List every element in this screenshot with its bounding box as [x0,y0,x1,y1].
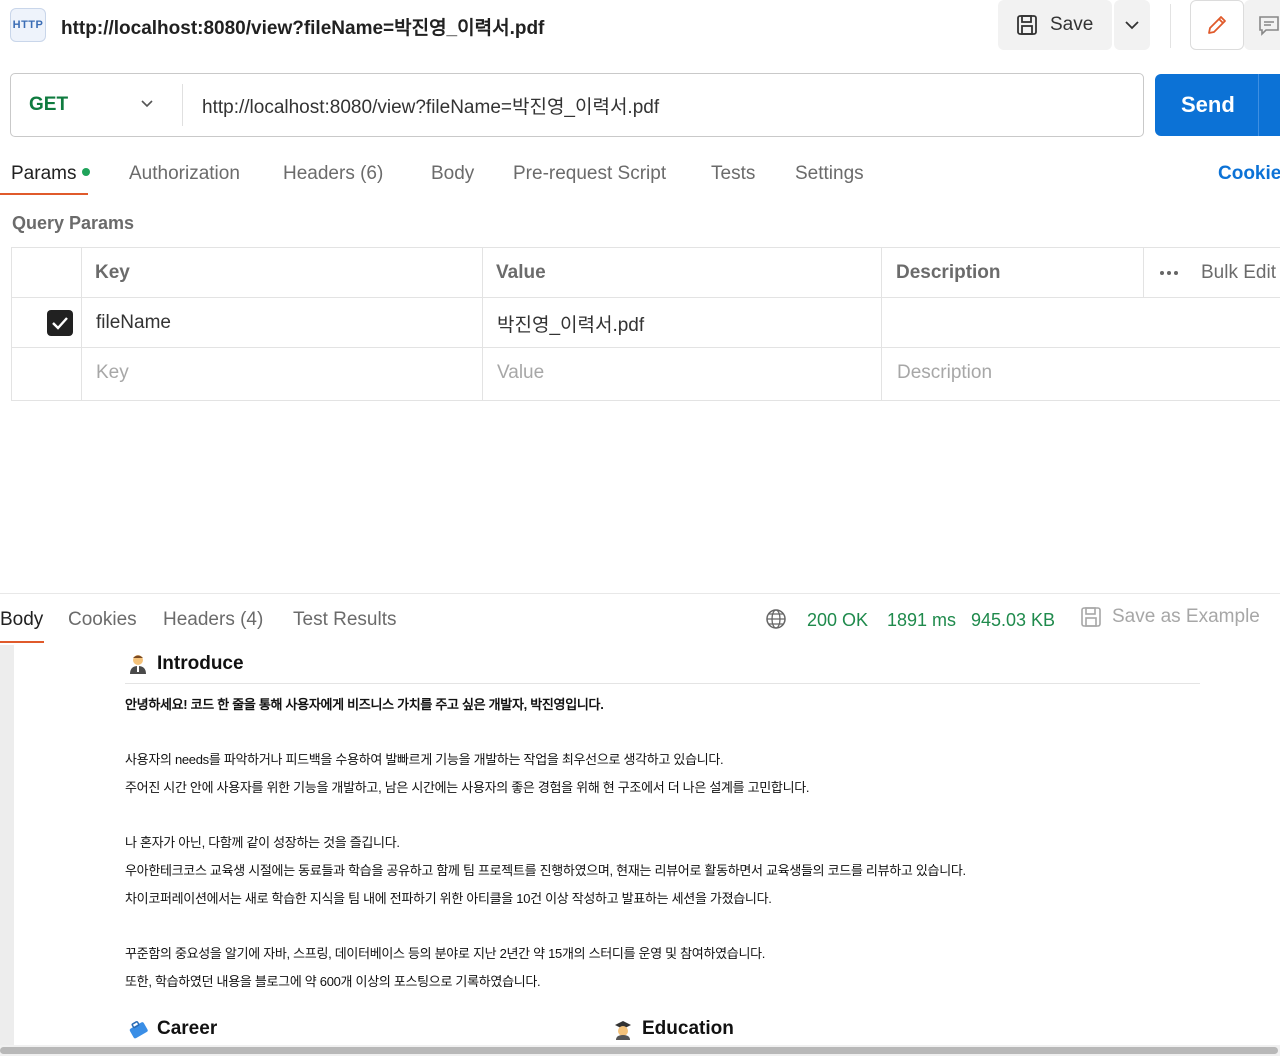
heading-rule [125,683,1200,684]
briefcase-emoji-icon [129,1021,148,1039]
scrollbar-thumb[interactable] [0,1047,1278,1054]
query-params-title: Query Params [12,213,135,233]
table-row: fileName 박진영_이력서.pdf [12,298,1280,348]
tab-settings[interactable]: Settings [795,163,864,185]
method-select[interactable]: GET [11,74,183,136]
chevron-down-icon [141,100,153,108]
checkmark-icon [52,317,68,330]
introduce-heading: Introduce [127,653,244,675]
intro-line: 우아한테크코스 교육생 시절에는 동료들과 학습을 공유하고 함께 팀 프로젝트… [125,863,966,878]
column-header-key: Key [95,262,130,283]
checkbox-checked [47,310,73,336]
save-as-example-label: Save as Example [1112,606,1260,627]
save-icon [1017,15,1037,35]
param-key-input[interactable]: fileName [96,298,171,348]
table-header-row: Key Value Description Bulk Edit [12,248,1280,298]
career-heading-text: Career [157,1018,218,1039]
intro-line: 사용자의 needs를 파악하거나 피드백을 수용하여 발빠르게 기능을 개발하… [125,752,724,767]
intro-line: 나 혼자가 아닌, 다함께 같이 성장하는 것을 즐깁니다. [125,835,400,850]
send-button[interactable]: Send [1155,74,1280,136]
param-enabled-checkbox[interactable] [47,298,73,348]
send-options-divider [1258,74,1259,136]
active-response-tab-indicator [0,641,44,643]
new-param-key-input[interactable]: Key [96,348,129,398]
table-row-new: Key Value Description [12,348,1280,398]
intro-line: 차이코퍼레이션에서는 새로 학습한 지식을 팀 내에 전파하기 위한 아티클을 … [125,891,772,906]
request-tabs: Params Authorization Headers (6) Body Pr… [0,155,1280,195]
response-size[interactable]: 945.03 KB [971,610,1055,631]
tab-body[interactable]: Body [431,163,474,185]
url-input[interactable]: http://localhost:8080/view?fileName=박진영_… [202,92,659,119]
tab-params-label: Params [11,163,77,184]
tab-headers[interactable]: Headers (6) [283,163,383,185]
param-description-input[interactable] [896,298,1280,348]
response-preview[interactable]: Introduce 안녕하세요! 코드 한 줄을 통해 사용자에게 비즈니스 가… [0,645,1280,1045]
tab-authorization[interactable]: Authorization [129,163,240,185]
save-options-button[interactable] [1114,0,1150,50]
intro-line: 또한, 학습하였던 내용을 블로그에 약 600개 이상의 포스팅으로 기록하였… [125,974,541,989]
request-title[interactable]: http://localhost:8080/view?fileName=박진영_… [61,13,544,40]
tab-tests[interactable]: Tests [711,163,755,185]
header-divider [1170,4,1171,48]
preview-gutter [0,645,14,1045]
save-button-label: Save [1050,14,1094,35]
active-tab-indicator [0,193,88,195]
response-status[interactable]: 200 OK [807,610,868,631]
intro-line: 주어진 시간 안에 사용자를 위한 기능을 개발하고, 남은 시간에는 사용자의… [125,780,810,795]
http-icon-label: HTTP [12,19,44,31]
tab-params[interactable]: Params [11,163,91,185]
introduce-heading-text: Introduce [157,653,244,674]
save-icon [1081,607,1101,627]
url-divider [182,84,183,126]
response-tab-body[interactable]: Body [0,609,43,631]
param-value-input[interactable]: 박진영_이력서.pdf [497,298,644,348]
column-header-value: Value [496,262,546,283]
response-pane-divider[interactable] [0,593,1280,594]
new-param-description-input[interactable]: Description [897,348,992,398]
cookies-link[interactable]: Cookie [1218,163,1280,185]
globe-icon[interactable] [765,608,787,630]
http-request-icon: HTTP [10,8,46,42]
comment-icon [1259,16,1279,36]
response-time[interactable]: 1891 ms [887,610,956,631]
intro-line: 안녕하세요! 코드 한 줄을 통해 사용자에게 비즈니스 가치를 주고 싶은 개… [125,697,604,712]
save-button[interactable]: Save [998,0,1112,50]
request-header: HTTP http://localhost:8080/view?fileName… [0,0,1280,50]
comments-button[interactable] [1244,0,1280,50]
send-button-label: Send [1181,92,1235,117]
new-param-value-input[interactable]: Value [497,348,544,398]
education-heading: Education [612,1018,734,1040]
edit-button[interactable] [1190,0,1244,50]
method-label: GET [29,94,69,115]
response-tab-test-results[interactable]: Test Results [293,609,396,631]
education-heading-text: Education [642,1018,734,1039]
horizontal-scrollbar[interactable] [0,1045,1280,1056]
more-options-button[interactable] [1159,248,1179,298]
response-tab-headers[interactable]: Headers (4) [163,609,263,631]
student-emoji-icon [615,1021,631,1040]
column-header-description: Description [896,262,1001,283]
query-params-table: Key Value Description Bulk Edit fileName… [11,247,1280,401]
pencil-icon [1208,16,1226,34]
person-emoji-icon [130,655,146,674]
params-active-dot [82,167,91,176]
tab-pre-request-script[interactable]: Pre-request Script [513,163,666,185]
response-tab-cookies[interactable]: Cookies [68,609,137,631]
chevron-down-icon [1125,21,1139,30]
url-bar: GET http://localhost:8080/view?fileName=… [10,73,1144,137]
save-as-example-button[interactable]: Save as Example [1080,606,1260,628]
career-heading: Career [127,1018,217,1040]
more-horizontal-icon [1160,271,1178,275]
intro-line: 꾸준함의 중요성을 알기에 자바, 스프링, 데이터베이스 등의 분야로 지난 … [125,946,766,961]
bulk-edit-button[interactable]: Bulk Edit [1201,248,1276,298]
